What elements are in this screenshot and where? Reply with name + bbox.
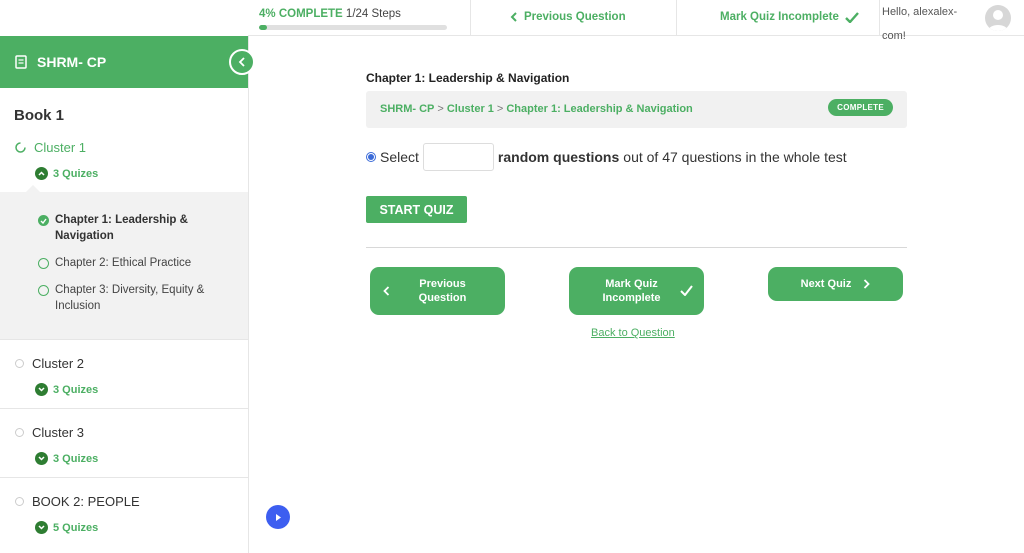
mark-incomplete-label: Mark Quiz Incomplete bbox=[602, 277, 660, 305]
cluster-3-quizzes-toggle[interactable]: 3 Quizes bbox=[15, 452, 248, 465]
topbar-previous-question-link[interactable]: Previous Question bbox=[510, 11, 626, 23]
play-button[interactable] bbox=[266, 505, 290, 529]
previous-question-label: Previous Question bbox=[419, 277, 467, 305]
circle-icon bbox=[15, 428, 24, 437]
breadcrumb-item[interactable]: Cluster 1 bbox=[447, 103, 494, 115]
label-line: Incomplete bbox=[602, 292, 661, 304]
progress-text: 4% COMPLETE 1/24 Steps bbox=[259, 8, 447, 20]
cluster-label: Cluster 1 bbox=[34, 140, 87, 155]
next-quiz-label: Next Quiz bbox=[800, 278, 852, 290]
lesson-label: Chapter 1: Leadership & Navigation bbox=[55, 214, 188, 242]
select-prefix: Select bbox=[380, 149, 419, 165]
breadcrumb-bar: SHRM- CP > Cluster 1 > Chapter 1: Leadership… bbox=[366, 91, 907, 128]
check-icon bbox=[680, 285, 693, 296]
breadcrumb-item[interactable]: SHRM- CP bbox=[380, 103, 434, 115]
random-questions-radio[interactable] bbox=[366, 152, 376, 162]
label-line: Mark Quiz bbox=[605, 278, 658, 290]
previous-question-button[interactable]: Previous Question bbox=[370, 267, 505, 315]
cluster-2-row[interactable]: Cluster 2 bbox=[15, 356, 248, 371]
check-circle-icon bbox=[38, 215, 49, 226]
chevron-left-icon bbox=[383, 286, 390, 296]
book-2-quizzes-toggle[interactable]: 5 Quizes bbox=[15, 521, 248, 534]
circle-icon bbox=[38, 258, 49, 269]
label-line: Previous bbox=[419, 278, 466, 290]
chevron-right-icon bbox=[864, 279, 871, 289]
breadcrumb: SHRM- CP > Cluster 1 > Chapter 1: Leadership… bbox=[380, 103, 693, 115]
status-badge: COMPLETE bbox=[828, 99, 893, 116]
book-2-row[interactable]: BOOK 2: PEOPLE bbox=[15, 494, 248, 509]
divider bbox=[366, 247, 907, 248]
cluster-2-quizzes-toggle[interactable]: 3 Quizes bbox=[15, 383, 248, 396]
chevron-down-icon bbox=[35, 383, 48, 396]
progress-percent: 4% COMPLETE bbox=[259, 8, 343, 20]
breadcrumb-separator: > bbox=[437, 103, 444, 115]
mark-incomplete-button[interactable]: Mark Quiz Incomplete bbox=[569, 267, 704, 315]
back-to-question-link[interactable]: Back to Question bbox=[591, 327, 675, 339]
chevron-up-icon bbox=[35, 167, 48, 180]
progress-steps: 1/24 Steps bbox=[345, 8, 401, 20]
breadcrumb-separator: > bbox=[496, 103, 504, 115]
start-quiz-button[interactable]: START QUIZ bbox=[366, 196, 467, 223]
topbar-divider bbox=[470, 0, 471, 36]
main-content: Chapter 1: Leadership & Navigation SHRM-… bbox=[249, 36, 1024, 553]
cluster-label: Cluster 2 bbox=[32, 356, 85, 371]
cluster-1-row[interactable]: Cluster 1 bbox=[15, 140, 248, 155]
top-bar: 4% COMPLETE 1/24 Steps Previous Question… bbox=[248, 0, 1024, 42]
cluster-3-block: Cluster 3 3 Quizes bbox=[0, 408, 248, 477]
document-icon bbox=[15, 55, 27, 69]
lesson-label: Chapter 2: Ethical Practice bbox=[55, 257, 192, 269]
avatar[interactable] bbox=[985, 5, 1011, 31]
lesson-list: Chapter 1: Leadership & Navigation Chapt… bbox=[0, 185, 248, 339]
progress-ring-icon bbox=[15, 142, 26, 153]
lesson-item[interactable]: Chapter 1: Leadership & Navigation bbox=[0, 212, 248, 244]
breadcrumb-item[interactable]: Chapter 1: Leadership & Navigation bbox=[506, 103, 692, 115]
topbar-previous-question-label: Previous Question bbox=[524, 11, 626, 23]
course-header: SHRM- CP bbox=[0, 36, 248, 88]
next-quiz-button[interactable]: Next Quiz bbox=[768, 267, 903, 301]
quizzes-count: 5 Quizes bbox=[53, 521, 99, 534]
circle-icon bbox=[15, 359, 24, 368]
topbar-divider bbox=[879, 0, 880, 36]
circle-icon bbox=[15, 497, 24, 506]
quizzes-count: 3 Quizes bbox=[53, 167, 99, 180]
select-suffix: out of 47 questions in the whole test bbox=[623, 149, 847, 165]
topbar-mark-incomplete-label: Mark Quiz Incomplete bbox=[720, 11, 839, 23]
quizzes-count: 3 Quizes bbox=[53, 452, 99, 465]
cluster-1-block: Cluster 1 3 Quizes bbox=[0, 140, 248, 180]
progress-bar bbox=[259, 25, 447, 30]
radio-dot bbox=[368, 154, 374, 160]
check-icon bbox=[845, 11, 859, 23]
lesson-label: Chapter 3: Diversity, Equity & Inclusion bbox=[55, 284, 205, 312]
lesson-item[interactable]: Chapter 2: Ethical Practice bbox=[0, 255, 248, 271]
user-icon bbox=[988, 10, 1008, 31]
play-icon bbox=[276, 513, 281, 521]
question-count-row: Select random questions out of 47 questi… bbox=[366, 143, 847, 171]
chevron-left-icon bbox=[238, 57, 245, 67]
circle-icon bbox=[38, 285, 49, 296]
cluster-label: BOOK 2: PEOPLE bbox=[32, 494, 140, 509]
quizzes-count: 3 Quizes bbox=[53, 383, 99, 396]
chevron-down-icon bbox=[35, 452, 48, 465]
progress-bar-fill bbox=[259, 25, 267, 30]
question-count-input[interactable] bbox=[422, 143, 494, 171]
select-bold-text: random questions bbox=[497, 149, 620, 165]
label-line: Question bbox=[418, 292, 467, 304]
course-title: SHRM- CP bbox=[37, 54, 107, 70]
cluster-1-quizzes-toggle[interactable]: 3 Quizes bbox=[15, 167, 248, 180]
lesson-item[interactable]: Chapter 3: Diversity, Equity & Inclusion bbox=[0, 282, 248, 314]
book-title: Book 1 bbox=[14, 107, 65, 124]
progress-block: 4% COMPLETE 1/24 Steps bbox=[259, 8, 447, 30]
cluster-3-row[interactable]: Cluster 3 bbox=[15, 425, 248, 440]
cluster-2-block: Cluster 2 3 Quizes bbox=[0, 339, 248, 408]
cluster-label: Cluster 3 bbox=[32, 425, 85, 440]
page-title: Chapter 1: Leadership & Navigation bbox=[366, 71, 570, 85]
topbar-mark-incomplete-link[interactable]: Mark Quiz Incomplete bbox=[720, 11, 859, 23]
book-2-block: BOOK 2: PEOPLE 5 Quizes bbox=[0, 477, 248, 546]
chevron-left-icon bbox=[510, 12, 517, 22]
topbar-divider bbox=[676, 0, 677, 36]
chevron-down-icon bbox=[35, 521, 48, 534]
course-sidebar: SHRM- CP Book 1 Cluster 1 3 Quizes Chapt… bbox=[0, 36, 249, 553]
